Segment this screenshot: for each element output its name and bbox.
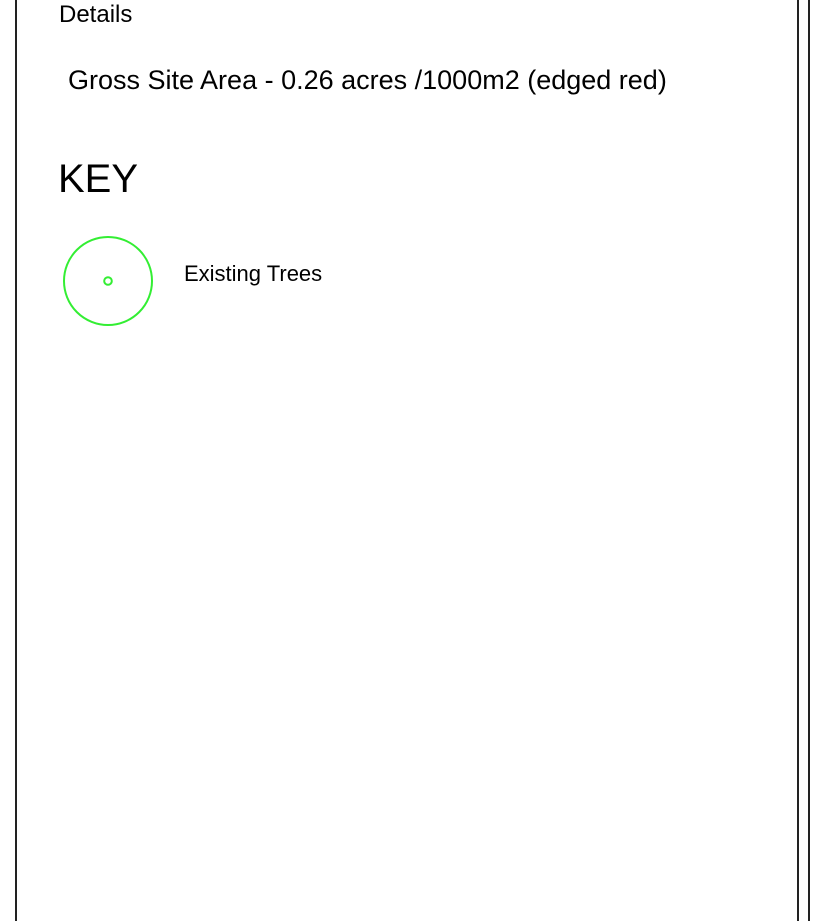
drawing-frame-right-inner-border xyxy=(797,0,799,921)
key-item-existing-trees-label: Existing Trees xyxy=(184,261,323,286)
tree-circle-icon xyxy=(62,236,154,328)
drawing-frame-right-outer-border xyxy=(808,0,810,921)
gross-site-area-text: Gross Site Area - 0.26 acres /1000m2 (ed… xyxy=(68,65,667,95)
tree-trunk-circle xyxy=(103,276,113,286)
tree-canopy-circle xyxy=(63,236,153,326)
key-heading: KEY xyxy=(58,157,139,201)
details-heading: Details xyxy=(59,1,133,28)
drawing-frame-left-border xyxy=(15,0,17,921)
